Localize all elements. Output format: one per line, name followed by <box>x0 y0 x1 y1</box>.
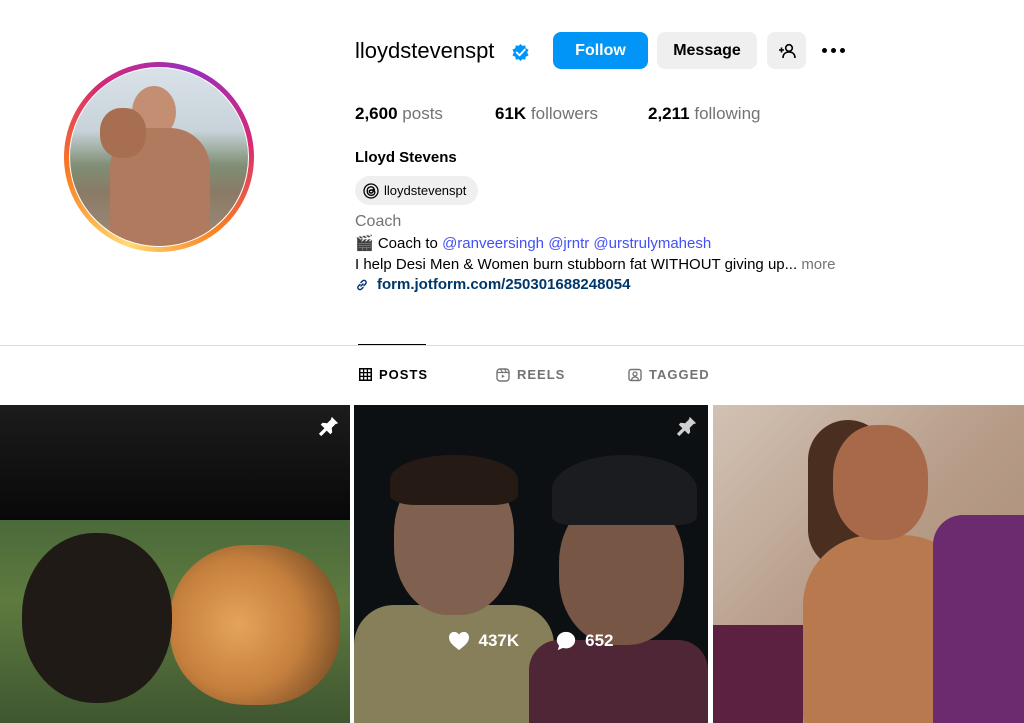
more-dot <box>830 47 836 53</box>
tab-posts-label: POSTS <box>379 367 429 382</box>
post-1-person <box>22 533 172 703</box>
followers-count[interactable]: 61K followers <box>495 104 598 124</box>
grid-post-1[interactable] <box>0 405 350 723</box>
avatar-story-ring[interactable] <box>64 62 254 252</box>
heart-icon <box>449 631 470 651</box>
post-2-comments: 652 <box>555 630 614 652</box>
bio-line-2-text: I help Desi Men & Women burn stubborn fa… <box>355 256 798 273</box>
bio-line-2: I help Desi Men & Women burn stubborn fa… <box>355 256 836 273</box>
suggested-accounts-button[interactable] <box>767 32 806 69</box>
more-dot <box>839 47 845 53</box>
grid-post-2[interactable]: 437K 652 <box>354 405 708 723</box>
bio-line-1: 🎬 Coach to @ranveersingh @jrntr @urstrul… <box>355 234 711 252</box>
tab-tagged[interactable]: TAGGED <box>628 367 710 382</box>
profile-category: Coach <box>355 213 402 230</box>
grid-post-3[interactable] <box>713 405 1024 723</box>
bio-mention-jrntr[interactable]: @jrntr <box>548 235 589 252</box>
profile-link[interactable]: form.jotform.com/250301688248054 <box>355 276 630 293</box>
tab-tagged-label: TAGGED <box>649 367 710 382</box>
profile-link-text: form.jotform.com/250301688248054 <box>377 276 631 293</box>
tagged-icon <box>628 368 642 381</box>
pin-icon <box>676 416 697 437</box>
threads-link[interactable]: lloydstevenspt <box>355 176 479 205</box>
comment-icon <box>556 631 576 651</box>
pin-icon <box>318 416 339 437</box>
followers-count-value: 61K <box>495 104 527 123</box>
avatar-fist <box>100 108 146 158</box>
person-add-icon <box>778 43 796 58</box>
following-count-label: following <box>694 104 761 123</box>
posts-count: 2,600 posts <box>355 104 443 124</box>
reels-icon <box>496 367 510 382</box>
bio-mention-ranveersingh[interactable]: @ranveersingh <box>442 235 544 252</box>
post-2-comments-count: 652 <box>585 631 614 650</box>
active-tab-indicator <box>358 344 426 345</box>
tabs-divider <box>0 345 1024 346</box>
bio-more-link[interactable]: more <box>801 256 835 273</box>
avatar <box>70 68 248 246</box>
threads-icon <box>363 182 379 199</box>
more-dot <box>821 47 827 53</box>
post-2-likes: 437K <box>448 630 519 652</box>
post-1-ceiling <box>0 405 350 520</box>
tab-reels-label: REELS <box>517 367 566 382</box>
profile-username: lloydstevenspt <box>355 38 495 63</box>
threads-handle: lloydstevenspt <box>384 183 467 198</box>
message-button[interactable]: Message <box>657 32 757 69</box>
verified-badge-icon <box>512 43 529 62</box>
following-count-value: 2,211 <box>648 104 690 123</box>
post-2-hover-overlay <box>354 405 708 723</box>
followers-count-label: followers <box>530 104 599 123</box>
follow-button[interactable]: Follow <box>553 32 648 69</box>
post-3-cloth-right <box>933 515 1024 723</box>
posts-count-value: 2,600 <box>355 104 398 123</box>
profile-full-name: Lloyd Stevens <box>355 149 457 166</box>
link-icon <box>357 279 367 290</box>
post-2-engagement: 437K 652 <box>354 630 708 652</box>
bio-mention-urstrulymahesh[interactable]: @urstrulymahesh <box>593 235 711 252</box>
tab-reels[interactable]: REELS <box>496 367 565 382</box>
bio-line-1-prefix: 🎬 Coach to <box>355 235 443 252</box>
post-1-tiger <box>170 545 340 705</box>
tab-posts[interactable]: POSTS <box>359 367 428 382</box>
post-2-likes-count: 437K <box>478 631 520 650</box>
post-3-cloth-left <box>713 625 803 723</box>
grid-icon <box>359 368 372 381</box>
following-count[interactable]: 2,211 following <box>648 104 761 124</box>
posts-count-label: posts <box>402 104 443 123</box>
post-3-head <box>833 425 928 540</box>
more-horizontal-icon[interactable] <box>818 38 848 62</box>
